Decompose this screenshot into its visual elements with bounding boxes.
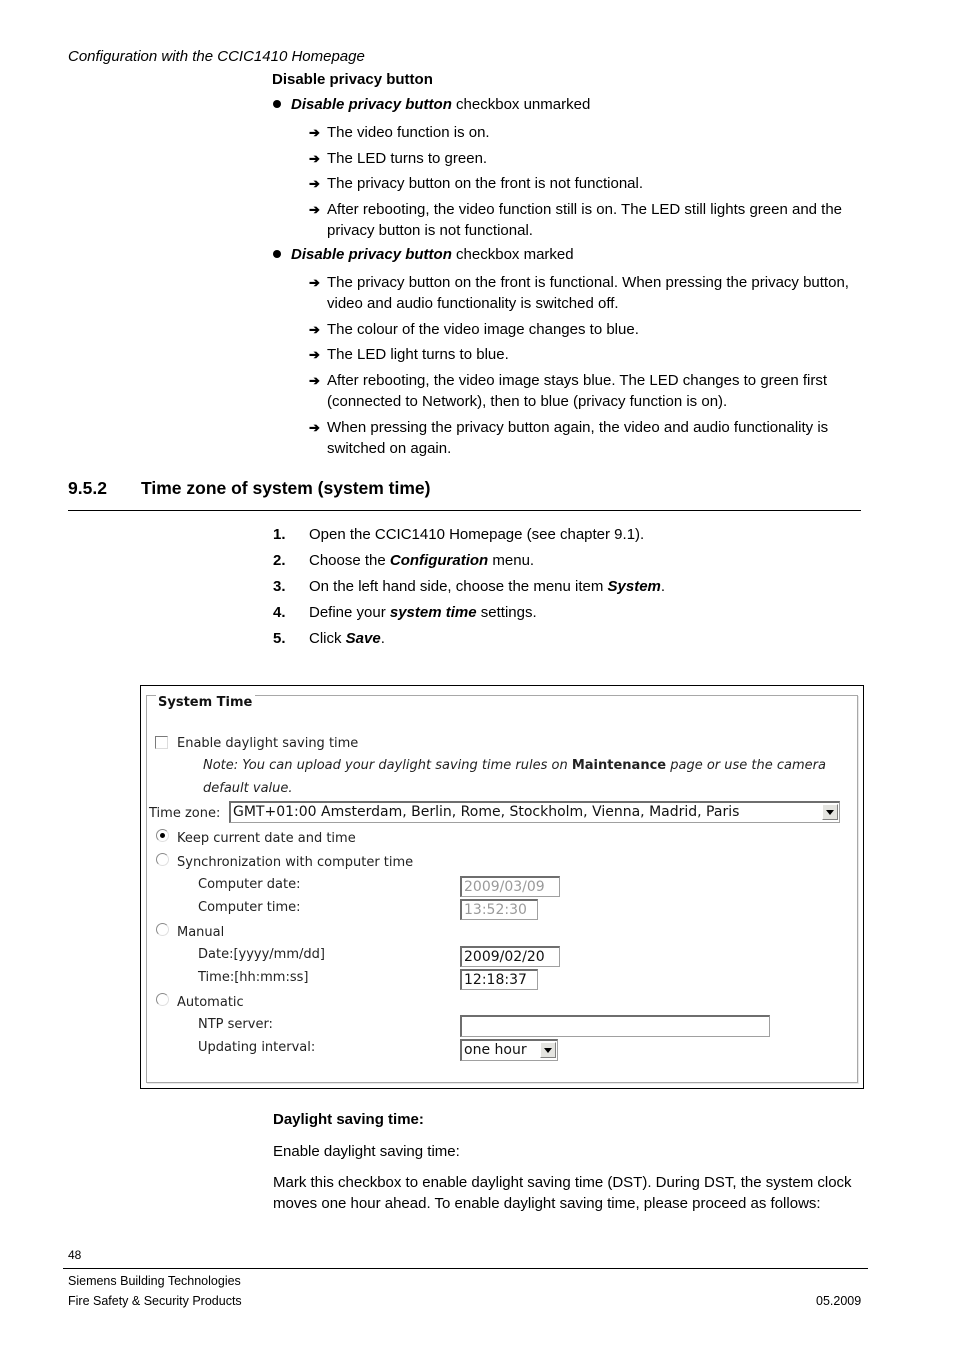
footer-date: 05.2009 — [816, 1294, 862, 1308]
right-arrow-icon: ➔ — [309, 322, 320, 337]
section-title: Time zone of system (system time) — [141, 478, 431, 498]
right-arrow-icon: ➔ — [309, 125, 320, 140]
radio-automatic[interactable] — [156, 993, 169, 1006]
dst-heading: Daylight saving time: — [273, 1111, 424, 1128]
page-number: 48 — [68, 1248, 82, 1262]
computer-time-field: 13:52:30 — [460, 899, 538, 920]
radio-manual-label: Manual — [177, 925, 225, 940]
list-item: ➔ The video function is on. — [309, 124, 490, 141]
right-arrow-icon: ➔ — [309, 176, 320, 191]
step-item: 2. Choose the Configuration menu. — [273, 552, 535, 569]
computer-time-label: Computer time: — [198, 900, 301, 915]
dst-paragraph: Mark this checkbox to enable daylight sa… — [273, 1174, 852, 1212]
list-item: ➔ After rebooting, the video image stays … — [309, 372, 828, 410]
right-arrow-icon: ➔ — [309, 202, 320, 217]
bullet-dot-icon — [273, 250, 281, 258]
footer-divider — [63, 1268, 868, 1269]
bullet-marked: Disable privacy button checkbox marked — [273, 246, 574, 263]
radio-keep-current-label: Keep current date and time — [177, 831, 356, 846]
dst-checkbox-label: Enable daylight saving time — [177, 736, 359, 751]
right-arrow-icon: ➔ — [309, 275, 320, 290]
section-divider — [68, 510, 861, 511]
list-item: ➔ The privacy button on the front is not … — [309, 175, 644, 192]
privacy-heading: Disable privacy button — [272, 71, 433, 88]
step-item: 3. On the left hand side, choose the menu… — [273, 578, 666, 595]
list-item: ➔ The LED turns to green. — [309, 150, 488, 167]
dst-note-line2: default value. — [203, 781, 293, 796]
dst-note: Note: You can upload your daylight savin… — [203, 758, 826, 773]
radio-keep-current[interactable] — [156, 829, 169, 842]
list-item: ➔ When pressing the privacy button again,… — [309, 419, 829, 457]
fieldset-legend: System Time — [156, 695, 256, 710]
list-item: ➔ The privacy button on the front is func… — [309, 274, 849, 312]
radio-automatic-label: Automatic — [177, 995, 244, 1010]
list-item: ➔ After rebooting, the video function sti… — [309, 201, 843, 239]
step-item: 4. Define your system time settings. — [273, 604, 537, 621]
bullet-dot-icon — [273, 100, 281, 108]
bullet-suffix: checkbox unmarked — [451, 96, 591, 113]
update-interval-label: Updating interval: — [198, 1040, 316, 1055]
ntp-server-input[interactable] — [460, 1015, 770, 1037]
timezone-label: Time zone: — [149, 806, 221, 821]
step-item: 1. Open the CCIC1410 Homepage (see chapte… — [273, 526, 645, 543]
manual-time-input[interactable]: 12:18:37 — [460, 969, 538, 990]
right-arrow-icon: ➔ — [309, 373, 320, 388]
bullet-unmarked: Disable privacy button checkbox unmarked — [273, 96, 590, 113]
list-item: ➔ The colour of the video image changes t… — [309, 321, 639, 338]
ntp-server-label: NTP server: — [198, 1017, 273, 1032]
right-arrow-icon: ➔ — [309, 347, 320, 362]
radio-manual[interactable] — [156, 923, 169, 936]
system-time-fieldset: System Time Enable daylight saving time … — [146, 695, 858, 1083]
dst-subheading: Enable daylight saving time: — [273, 1143, 460, 1160]
running-header: Configuration with the CCIC1410 Homepage — [68, 48, 365, 65]
system-time-screenshot: System Time Enable daylight saving time … — [140, 685, 864, 1089]
chevron-down-icon[interactable] — [822, 804, 838, 820]
manual-time-label: Time:[hh:mm:ss] — [198, 970, 309, 985]
right-arrow-icon: ➔ — [309, 151, 320, 166]
manual-date-label: Date:[yyyy/mm/dd] — [198, 947, 325, 962]
list-item: ➔ The LED light turns to blue. — [309, 346, 509, 363]
bullet-suffix: checkbox marked — [451, 246, 574, 263]
section-number: 9.5.2 — [68, 478, 107, 498]
right-arrow-icon: ➔ — [309, 420, 320, 435]
radio-sync-computer[interactable] — [156, 853, 169, 866]
bullet-term: Disable privacy button — [291, 246, 452, 263]
computer-date-field: 2009/03/09 — [460, 876, 560, 897]
dst-checkbox[interactable] — [155, 736, 168, 749]
computer-date-label: Computer date: — [198, 877, 301, 892]
manual-date-input[interactable]: 2009/02/20 — [460, 946, 560, 967]
footer-company: Siemens Building Technologies — [68, 1274, 241, 1288]
bullet-term: Disable privacy button — [291, 96, 452, 113]
radio-sync-computer-label: Synchronization with computer time — [177, 855, 414, 870]
timezone-select[interactable]: GMT+01:00 Amsterdam, Berlin, Rome, Stock… — [229, 801, 840, 823]
footer-division: Fire Safety & Security Products — [68, 1294, 242, 1308]
step-item: 5. Click Save. — [273, 630, 385, 647]
chevron-down-icon[interactable] — [540, 1042, 556, 1058]
update-interval-select[interactable]: one hour — [460, 1039, 558, 1061]
